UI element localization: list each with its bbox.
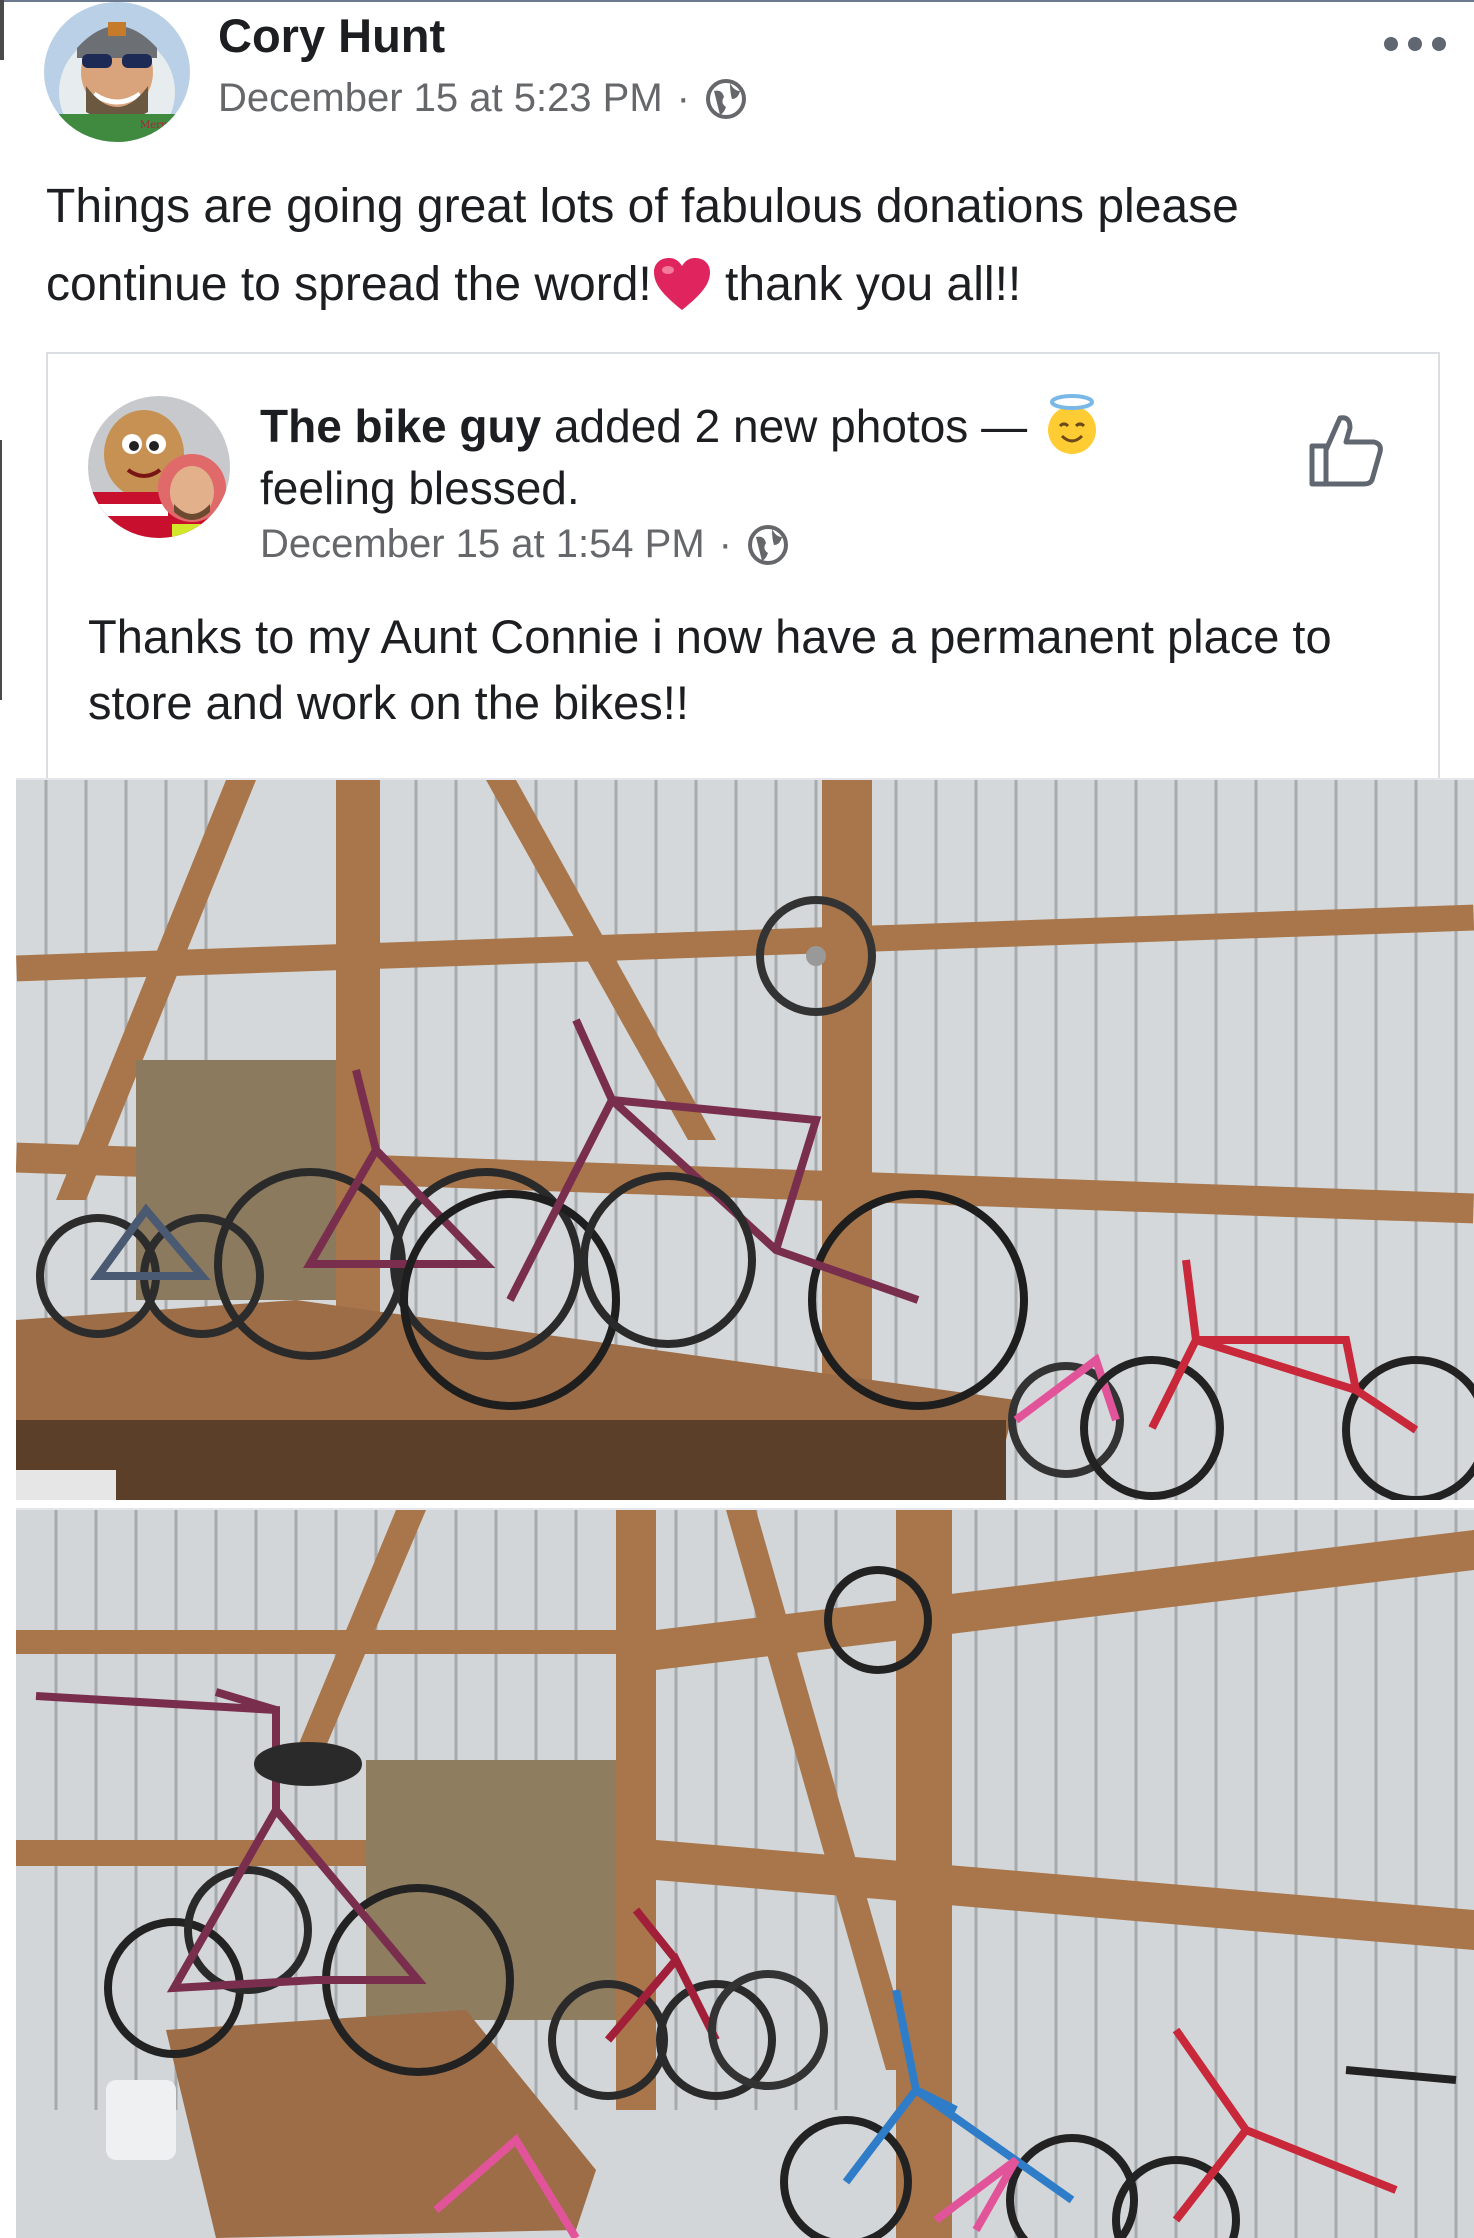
meta-separator: · bbox=[718, 522, 732, 566]
meta-separator: · bbox=[676, 76, 690, 120]
shared-post-header: The bike guy added 2 new photos — feelin… bbox=[260, 392, 1220, 519]
avatar-cory-hunt[interactable]: Merry bbox=[44, 2, 190, 142]
left-edge-mark bbox=[0, 0, 4, 60]
post-text-line-1: Things are going great lots of fabulous … bbox=[46, 180, 1239, 233]
globe-icon bbox=[706, 78, 746, 119]
post-body: Things are going great lots of fabulous … bbox=[46, 168, 1426, 324]
left-edge-mark bbox=[0, 440, 2, 700]
globe-icon bbox=[748, 524, 788, 565]
photo-bikes-on-bench[interactable] bbox=[16, 778, 1474, 1500]
post-timestamp[interactable]: December 15 at 5:23 PM bbox=[218, 76, 663, 121]
avatar-the-bike-guy[interactable] bbox=[88, 396, 230, 538]
shared-post-meta: December 15 at 1:54 PM · bbox=[260, 522, 790, 567]
heart-icon bbox=[653, 258, 710, 310]
post-author-name[interactable]: Cory Hunt bbox=[218, 8, 445, 63]
shared-post-timestamp[interactable]: December 15 at 1:54 PM bbox=[260, 522, 705, 567]
svg-text:Merry: Merry bbox=[140, 120, 172, 131]
shared-post-text: Thanks to my Aunt Connie i now have a pe… bbox=[88, 610, 1332, 729]
shared-post-author[interactable]: The bike guy bbox=[260, 400, 541, 452]
smiling-face-with-halo-icon bbox=[1047, 394, 1096, 454]
like-thumbs-up-icon[interactable] bbox=[1306, 410, 1386, 490]
more-options-icon[interactable] bbox=[1384, 30, 1446, 58]
top-border bbox=[0, 0, 1474, 2]
post-text-line-2: continue to spread the word! thank you a… bbox=[46, 258, 1022, 311]
photo-bikes-in-shed[interactable] bbox=[16, 1508, 1474, 2238]
shared-post-feeling[interactable]: feeling blessed. bbox=[260, 462, 580, 514]
shared-post-action: added 2 new photos — bbox=[541, 400, 1040, 452]
post-meta: December 15 at 5:23 PM · bbox=[218, 76, 748, 121]
